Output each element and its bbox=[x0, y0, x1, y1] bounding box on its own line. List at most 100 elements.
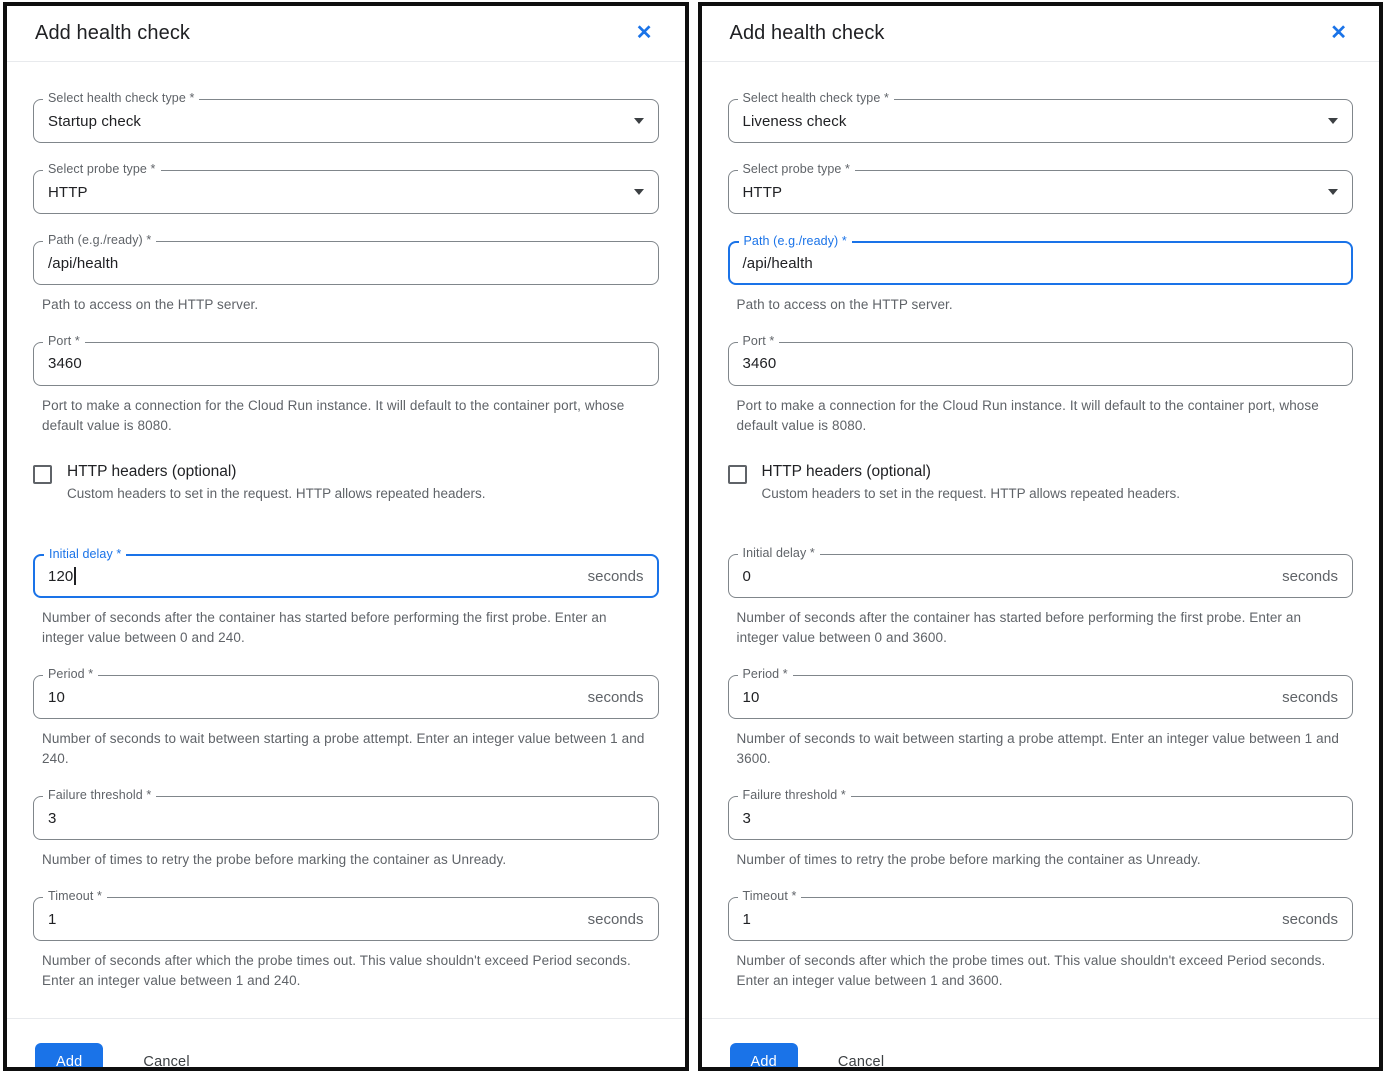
initial-delay-input[interactable]: Initial delay * 120 seconds bbox=[33, 554, 659, 598]
field-label: Select health check type * bbox=[43, 91, 199, 105]
add-button[interactable]: Add bbox=[730, 1043, 798, 1071]
field-label: Period * bbox=[738, 667, 793, 681]
http-headers-group: HTTP headers (optional) Custom headers t… bbox=[33, 463, 659, 504]
field-group-probe: Select probe type * HTTP bbox=[33, 170, 659, 214]
dropdown-arrow-icon bbox=[1328, 189, 1338, 195]
input-value: 3 bbox=[743, 810, 751, 827]
helper-text: Number of seconds to wait between starti… bbox=[42, 729, 648, 769]
close-icon[interactable]: ✕ bbox=[1326, 21, 1351, 45]
period-input[interactable]: Period * 10 seconds bbox=[728, 675, 1354, 719]
helper-text: Port to make a connection for the Cloud … bbox=[737, 396, 1343, 436]
field-group-timeout: Timeout * 1 seconds Number of seconds af… bbox=[33, 897, 659, 991]
dialog-title: Add health check bbox=[730, 22, 885, 45]
path-input[interactable]: Path (e.g./ready) * /api/health bbox=[33, 241, 659, 285]
checkbox-text: HTTP headers (optional) Custom headers t… bbox=[762, 463, 1180, 504]
input-value: 0 bbox=[743, 568, 751, 585]
field-group-path: Path (e.g./ready) * /api/health Path to … bbox=[728, 241, 1354, 315]
http-headers-checkbox[interactable] bbox=[33, 465, 52, 484]
input-value: /api/health bbox=[48, 255, 118, 272]
seconds-suffix: seconds bbox=[588, 911, 644, 928]
dialog-footer: Add Cancel bbox=[728, 1019, 1354, 1071]
helper-text: Path to access on the HTTP server. bbox=[737, 295, 1343, 315]
timeout-input[interactable]: Timeout * 1 seconds bbox=[33, 897, 659, 941]
field-group-initial-delay: Initial delay * 0 seconds Number of seco… bbox=[728, 554, 1354, 648]
dialog-header: Add health check ✕ bbox=[702, 6, 1380, 61]
input-value: 3 bbox=[48, 810, 56, 827]
field-group-failure-threshold: Failure threshold * 3 Number of times to… bbox=[728, 796, 1354, 870]
selected-value: Liveness check bbox=[743, 113, 847, 130]
helper-text: Path to access on the HTTP server. bbox=[42, 295, 648, 315]
dropdown-arrow-icon bbox=[634, 189, 644, 195]
helper-text: Number of seconds after which the probe … bbox=[42, 951, 648, 991]
port-input[interactable]: Port * 3460 bbox=[33, 342, 659, 386]
http-headers-checkbox[interactable] bbox=[728, 465, 747, 484]
failure-threshold-input[interactable]: Failure threshold * 3 bbox=[728, 796, 1354, 840]
input-value: 10 bbox=[743, 689, 760, 706]
text-cursor bbox=[74, 567, 76, 585]
health-check-type-select[interactable]: Select health check type * Startup check bbox=[33, 99, 659, 143]
field-group-port: Port * 3460 Port to make a connection fo… bbox=[33, 342, 659, 436]
seconds-suffix: seconds bbox=[588, 689, 644, 706]
add-button[interactable]: Add bbox=[35, 1043, 103, 1071]
timeout-input[interactable]: Timeout * 1 seconds bbox=[728, 897, 1354, 941]
seconds-suffix: seconds bbox=[1282, 689, 1338, 706]
field-group-initial-delay: Initial delay * 120 seconds Number of se… bbox=[33, 554, 659, 648]
field-label: Port * bbox=[738, 334, 780, 348]
probe-type-select[interactable]: Select probe type * HTTP bbox=[33, 170, 659, 214]
health-check-form: Select health check type * Startup check… bbox=[7, 62, 685, 1071]
field-group-type: Select health check type * Liveness chec… bbox=[728, 99, 1354, 143]
helper-text: Port to make a connection for the Cloud … bbox=[42, 396, 648, 436]
field-group-path: Path (e.g./ready) * /api/health Path to … bbox=[33, 241, 659, 315]
selected-value: HTTP bbox=[48, 184, 88, 201]
helper-text: Number of seconds after the container ha… bbox=[737, 608, 1343, 648]
health-check-form: Select health check type * Liveness chec… bbox=[702, 62, 1380, 1071]
helper-text: Number of times to retry the probe befor… bbox=[42, 850, 648, 870]
field-group-failure-threshold: Failure threshold * 3 Number of times to… bbox=[33, 796, 659, 870]
seconds-suffix: seconds bbox=[588, 568, 644, 585]
dialog-header: Add health check ✕ bbox=[7, 6, 685, 61]
close-icon[interactable]: ✕ bbox=[632, 21, 657, 45]
field-group-port: Port * 3460 Port to make a connection fo… bbox=[728, 342, 1354, 436]
input-value: /api/health bbox=[743, 255, 813, 272]
path-input[interactable]: Path (e.g./ready) * /api/health bbox=[728, 241, 1354, 285]
selected-value: HTTP bbox=[743, 184, 783, 201]
selected-value: Startup check bbox=[48, 113, 141, 130]
field-group-probe: Select probe type * HTTP bbox=[728, 170, 1354, 214]
field-label: Timeout * bbox=[738, 889, 802, 903]
field-label: Select health check type * bbox=[738, 91, 894, 105]
dialog-footer: Add Cancel bbox=[33, 1019, 659, 1071]
dropdown-arrow-icon bbox=[634, 118, 644, 124]
helper-text: Number of seconds after which the probe … bbox=[737, 951, 1343, 991]
period-input[interactable]: Period * 10 seconds bbox=[33, 675, 659, 719]
helper-text: Number of seconds after the container ha… bbox=[42, 608, 648, 648]
dialog-title: Add health check bbox=[35, 22, 190, 45]
helper-text: Custom headers to set in the request. HT… bbox=[762, 484, 1180, 504]
port-input[interactable]: Port * 3460 bbox=[728, 342, 1354, 386]
field-label: Failure threshold * bbox=[43, 788, 156, 802]
checkbox-text: HTTP headers (optional) Custom headers t… bbox=[67, 463, 485, 504]
field-label: Initial delay * bbox=[44, 547, 126, 561]
field-label: Initial delay * bbox=[738, 546, 820, 560]
helper-text: Number of seconds to wait between starti… bbox=[737, 729, 1343, 769]
input-value: 3460 bbox=[743, 355, 777, 372]
dropdown-arrow-icon bbox=[1328, 118, 1338, 124]
checkbox-label[interactable]: HTTP headers (optional) bbox=[67, 463, 485, 481]
failure-threshold-input[interactable]: Failure threshold * 3 bbox=[33, 796, 659, 840]
field-label: Select probe type * bbox=[43, 162, 161, 176]
startup-check-dialog: Add health check ✕ Select health check t… bbox=[3, 2, 689, 1071]
field-group-type: Select health check type * Startup check bbox=[33, 99, 659, 143]
liveness-check-dialog: Add health check ✕ Select health check t… bbox=[698, 2, 1384, 1071]
input-value: 10 bbox=[48, 689, 65, 706]
health-check-type-select[interactable]: Select health check type * Liveness chec… bbox=[728, 99, 1354, 143]
cancel-button[interactable]: Cancel bbox=[834, 1043, 888, 1071]
checkbox-label[interactable]: HTTP headers (optional) bbox=[762, 463, 1180, 481]
input-value: 3460 bbox=[48, 355, 82, 372]
initial-delay-input[interactable]: Initial delay * 0 seconds bbox=[728, 554, 1354, 598]
helper-text: Custom headers to set in the request. HT… bbox=[67, 484, 485, 504]
probe-type-select[interactable]: Select probe type * HTTP bbox=[728, 170, 1354, 214]
input-value: 1 bbox=[48, 911, 56, 928]
input-value: 120 bbox=[48, 568, 73, 585]
cancel-button[interactable]: Cancel bbox=[139, 1043, 193, 1071]
input-value: 1 bbox=[743, 911, 751, 928]
field-label: Path (e.g./ready) * bbox=[739, 234, 852, 248]
